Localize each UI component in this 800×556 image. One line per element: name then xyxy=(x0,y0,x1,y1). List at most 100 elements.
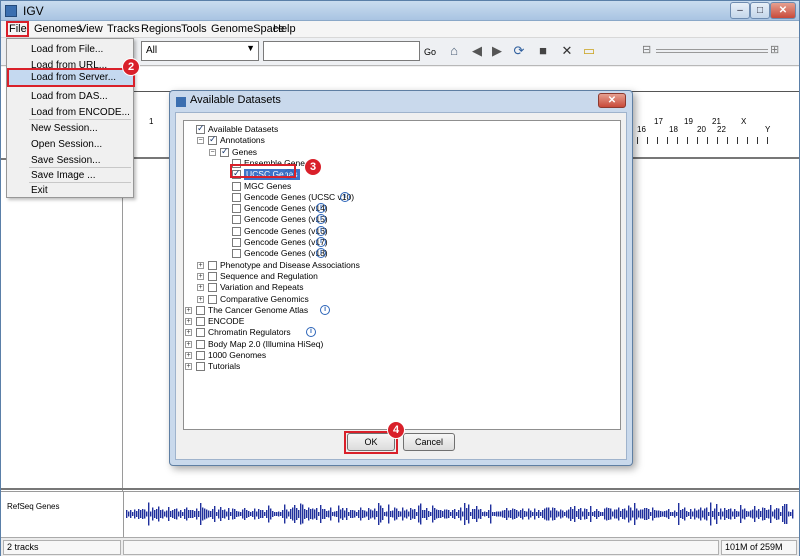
info-icon[interactable]: i xyxy=(320,304,331,315)
menu-item-load-from-server[interactable]: Load from Server... xyxy=(7,68,135,87)
chromosome-label: 20 xyxy=(697,125,706,134)
menu-item-exit[interactable]: Exit xyxy=(31,185,48,196)
info-icon[interactable]: i xyxy=(316,237,326,247)
maximize-button[interactable]: □ xyxy=(750,2,770,19)
gene-density-bar xyxy=(374,508,376,520)
expand-icon[interactable]: + xyxy=(197,295,204,303)
gene-density-bar xyxy=(398,511,400,517)
expand-icon[interactable]: + xyxy=(197,261,204,269)
checkbox[interactable] xyxy=(232,192,241,202)
zoom-out-icon[interactable]: ⊟ xyxy=(642,43,651,56)
info-icon[interactable]: i xyxy=(316,225,326,236)
checkbox[interactable] xyxy=(208,134,217,146)
menu-view[interactable]: View xyxy=(79,23,103,35)
gene-density-bar xyxy=(362,510,364,518)
checkbox[interactable] xyxy=(196,328,205,338)
gene-density-bar xyxy=(512,508,514,520)
checkbox[interactable] xyxy=(208,283,217,293)
menu-item-load-from-encode[interactable]: Load from ENCODE... xyxy=(31,107,130,118)
gene-density-bar xyxy=(138,509,140,519)
expand-icon[interactable]: + xyxy=(185,363,192,371)
menu-tracks[interactable]: Tracks xyxy=(107,23,140,35)
checkbox[interactable] xyxy=(196,305,205,315)
expand-icon[interactable]: + xyxy=(185,329,192,337)
collapse-icon[interactable]: − xyxy=(197,137,204,145)
gene-density-bar xyxy=(128,511,130,517)
menu-item-save-image[interactable]: Save Image ... xyxy=(31,170,95,181)
zoom-in-icon[interactable]: ⊞ xyxy=(770,43,779,56)
go-button[interactable]: Go xyxy=(424,47,436,57)
menu-item-new-session[interactable]: New Session... xyxy=(31,123,98,134)
checkbox[interactable] xyxy=(196,351,205,360)
menu-tools[interactable]: Tools xyxy=(181,23,207,35)
gene-density-bar xyxy=(650,512,652,516)
checkbox[interactable] xyxy=(220,146,229,157)
home-icon[interactable]: ⌂ xyxy=(446,43,462,59)
gene-density-bar xyxy=(338,505,340,523)
menu-item-load-from-das[interactable]: Load from DAS... xyxy=(31,91,108,102)
checkbox[interactable] xyxy=(196,317,205,327)
expand-icon[interactable]: + xyxy=(197,272,204,280)
gene-density-bar xyxy=(632,510,634,518)
track-name-refseq[interactable]: RefSeq Genes xyxy=(7,502,59,511)
zoom-slider[interactable]: ⊟ ⊞ xyxy=(642,43,782,59)
expand-icon[interactable]: + xyxy=(185,318,192,326)
dialog-close-button[interactable]: ✕ xyxy=(598,93,626,108)
minimize-button[interactable]: – xyxy=(730,2,750,19)
expand-icon[interactable]: + xyxy=(185,340,192,348)
checkbox[interactable] xyxy=(232,226,241,236)
forward-icon[interactable]: ▶ xyxy=(489,43,505,59)
gene-density-bar xyxy=(568,509,570,519)
gene-density-bar xyxy=(158,506,160,522)
refresh-icon[interactable]: ⟳ xyxy=(511,43,527,59)
gene-density-bar xyxy=(734,509,736,519)
checkbox[interactable] xyxy=(196,123,205,134)
checkbox[interactable] xyxy=(232,249,241,259)
region-navigator-icon[interactable]: ■ xyxy=(535,43,551,59)
gene-density-bar xyxy=(264,512,266,516)
checkbox[interactable] xyxy=(196,339,205,349)
menu-help[interactable]: Help xyxy=(273,23,296,35)
menu-bar: File Genomes View Tracks Regions Tools G… xyxy=(1,21,799,38)
checkbox[interactable] xyxy=(208,271,217,281)
checkbox[interactable] xyxy=(232,215,241,225)
back-icon[interactable]: ◀ xyxy=(469,43,485,59)
gene-density-bar xyxy=(768,509,770,519)
menu-item-save-session[interactable]: Save Session... xyxy=(31,155,100,166)
gene-density-bar xyxy=(270,508,272,520)
cancel-button[interactable]: Cancel xyxy=(403,433,455,451)
checkbox[interactable] xyxy=(232,181,241,191)
expand-icon[interactable]: + xyxy=(185,352,192,359)
collapse-icon[interactable]: − xyxy=(209,148,216,156)
gene-density-bar xyxy=(214,506,216,522)
resize-icon[interactable]: ✕ xyxy=(559,43,575,59)
checkbox[interactable] xyxy=(208,294,217,304)
gene-density-bar xyxy=(380,505,382,523)
gene-density-bar xyxy=(680,510,682,518)
checkbox[interactable] xyxy=(232,238,241,247)
checkbox[interactable] xyxy=(208,260,217,270)
menu-item-open-session[interactable]: Open Session... xyxy=(31,139,102,150)
gene-density-bar xyxy=(640,509,642,519)
gene-density-bar xyxy=(742,509,744,519)
chromosome-select[interactable]: All ▼ xyxy=(141,41,259,61)
menu-regions[interactable]: Regions xyxy=(141,23,181,35)
checkbox[interactable] xyxy=(232,204,241,214)
gene-density-bar xyxy=(674,510,676,518)
gene-density-bar xyxy=(300,503,302,525)
checkbox[interactable] xyxy=(196,362,205,372)
expand-icon[interactable]: + xyxy=(197,284,204,292)
locus-search-input[interactable] xyxy=(263,41,420,61)
gene-density-bar xyxy=(444,509,446,519)
tree-node-label: Body Map 2.0 (Illumina HiSeq) xyxy=(208,338,324,349)
expand-icon[interactable]: + xyxy=(185,306,192,314)
popup-info-icon[interactable]: ▭ xyxy=(581,43,597,59)
menu-item-load-from-file[interactable]: Load from File... xyxy=(31,44,103,55)
menu-genomes[interactable]: Genomes xyxy=(34,23,82,35)
gene-density-bar xyxy=(408,511,410,517)
close-button[interactable]: ✕ xyxy=(770,2,796,19)
info-icon[interactable]: i xyxy=(306,327,316,338)
info-icon[interactable]: i xyxy=(340,191,350,202)
gene-density-bar xyxy=(416,512,418,516)
ok-button[interactable]: OK xyxy=(347,433,395,451)
